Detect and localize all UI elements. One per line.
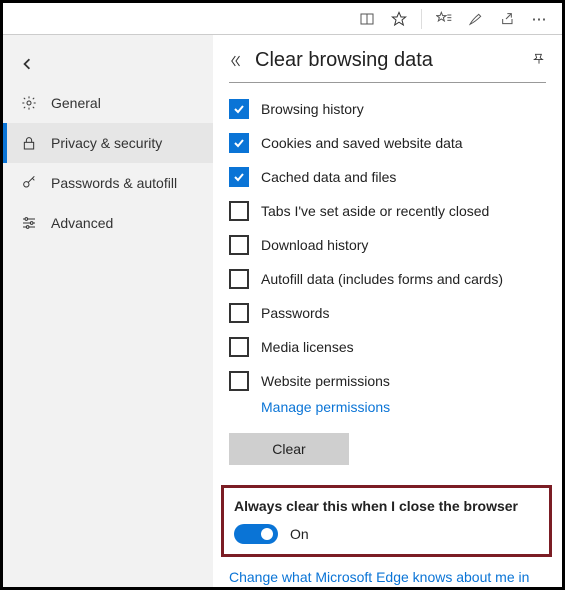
lock-icon <box>21 135 37 151</box>
always-clear-highlight: Always clear this when I close the brows… <box>221 485 552 557</box>
favorites-list-icon[interactable] <box>428 5 460 33</box>
sliders-icon <box>21 215 37 231</box>
pen-icon[interactable] <box>460 5 492 33</box>
sidebar-item-label: Advanced <box>51 215 113 231</box>
settings-sidebar: General Privacy & security Passwords & a… <box>3 35 213 587</box>
panel-back-icon[interactable] <box>229 54 243 68</box>
sidebar-item-label: Passwords & autofill <box>51 175 177 191</box>
key-icon <box>21 175 37 191</box>
clear-data-option[interactable]: Tabs I've set aside or recently closed <box>229 201 546 221</box>
checkbox[interactable] <box>229 371 249 391</box>
reading-view-icon[interactable] <box>351 5 383 33</box>
checkbox[interactable] <box>229 235 249 255</box>
option-label: Browsing history <box>261 101 364 117</box>
sidebar-item-label: General <box>51 95 101 111</box>
gear-icon <box>21 95 37 111</box>
clear-data-option[interactable]: Download history <box>229 235 546 255</box>
back-chevron[interactable] <box>3 47 213 83</box>
clear-button[interactable]: Clear <box>229 433 349 465</box>
always-clear-toggle[interactable] <box>234 524 278 544</box>
option-label: Cookies and saved website data <box>261 135 463 151</box>
option-label: Autofill data (includes forms and cards) <box>261 271 503 287</box>
more-icon[interactable]: ⋯ <box>524 5 556 33</box>
clear-data-option[interactable]: Website permissions <box>229 371 546 391</box>
option-label: Passwords <box>261 305 329 321</box>
clear-data-option[interactable]: Passwords <box>229 303 546 323</box>
edge-diagnostics-link[interactable]: Change what Microsoft Edge knows about m… <box>229 569 546 585</box>
checkbox[interactable] <box>229 99 249 119</box>
header-divider <box>229 82 546 83</box>
sidebar-item-passwords-autofill[interactable]: Passwords & autofill <box>3 163 213 203</box>
checkbox[interactable] <box>229 133 249 153</box>
option-label: Media licenses <box>261 339 354 355</box>
checkbox[interactable] <box>229 337 249 357</box>
clear-data-option[interactable]: Cached data and files <box>229 167 546 187</box>
always-clear-title: Always clear this when I close the brows… <box>234 498 537 514</box>
sidebar-item-advanced[interactable]: Advanced <box>3 203 213 243</box>
checkbox[interactable] <box>229 269 249 289</box>
settings-main-panel: Clear browsing data Browsing history Cook… <box>213 35 562 587</box>
checkbox[interactable] <box>229 201 249 221</box>
sidebar-item-label: Privacy & security <box>51 135 162 151</box>
clear-data-option[interactable]: Autofill data (includes forms and cards) <box>229 269 546 289</box>
clear-data-option[interactable]: Media licenses <box>229 337 546 357</box>
panel-title: Clear browsing data <box>255 49 433 72</box>
clear-data-option[interactable]: Cookies and saved website data <box>229 133 546 153</box>
checkbox[interactable] <box>229 167 249 187</box>
toolbar-divider <box>421 9 422 29</box>
checkbox[interactable] <box>229 303 249 323</box>
share-icon[interactable] <box>492 5 524 33</box>
pin-icon[interactable] <box>532 52 546 69</box>
option-label: Tabs I've set aside or recently closed <box>261 203 489 219</box>
manage-permissions-link[interactable]: Manage permissions <box>261 399 546 415</box>
favorite-star-icon[interactable] <box>383 5 415 33</box>
option-label: Website permissions <box>261 373 390 389</box>
clear-data-option[interactable]: Browsing history <box>229 99 546 119</box>
sidebar-item-privacy-security[interactable]: Privacy & security <box>3 123 213 163</box>
sidebar-item-general[interactable]: General <box>3 83 213 123</box>
option-label: Download history <box>261 237 368 253</box>
toggle-state-label: On <box>290 526 309 542</box>
title-toolbar: ⋯ <box>3 3 562 35</box>
option-label: Cached data and files <box>261 169 396 185</box>
